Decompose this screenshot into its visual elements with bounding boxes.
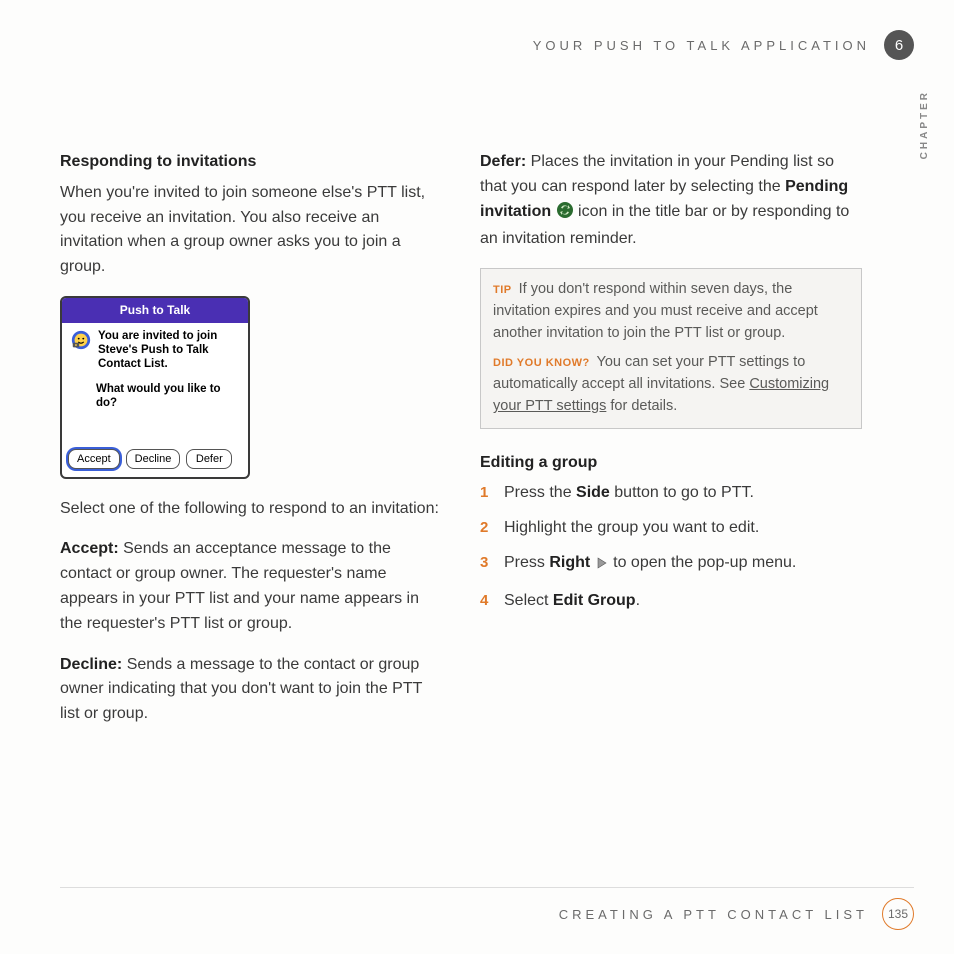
defer-button[interactable]: Defer bbox=[186, 449, 232, 469]
select-instruction: Select one of the following to respond t… bbox=[60, 497, 442, 522]
heading-editing: Editing a group bbox=[480, 451, 862, 476]
did-you-know-text-b: for details. bbox=[606, 398, 677, 414]
accept-label: Accept: bbox=[60, 540, 119, 557]
chapter-side-label: CHAPTER bbox=[919, 90, 930, 159]
header-title: YOUR PUSH TO TALK APPLICATION bbox=[533, 38, 870, 53]
page-number-badge: 135 bbox=[882, 898, 914, 930]
decline-button[interactable]: Decline bbox=[126, 449, 181, 469]
heading-responding: Responding to invitations bbox=[60, 150, 442, 175]
accept-button[interactable]: Accept bbox=[68, 449, 120, 469]
step-2: 2 Highlight the group you want to edit. bbox=[480, 516, 862, 541]
step-4: 4 Select Edit Group. bbox=[480, 589, 862, 614]
tip-box: TIP If you don't respond within seven da… bbox=[480, 268, 862, 429]
intro-paragraph: When you're invited to join someone else… bbox=[60, 181, 442, 280]
dialog-message: You are invited to join Steve's Push to … bbox=[98, 329, 240, 372]
invitation-dialog: Push to Talk bbox=[60, 296, 250, 479]
steps-list: 1 Press the Side button to go to PTT. 2 … bbox=[480, 481, 862, 613]
invitation-icon bbox=[70, 329, 92, 360]
left-column: Responding to invitations When you're in… bbox=[60, 150, 442, 743]
tip-text: If you don't respond within seven days, … bbox=[493, 281, 818, 341]
page-header: YOUR PUSH TO TALK APPLICATION 6 bbox=[60, 30, 914, 60]
footer-title: CREATING A PTT CONTACT LIST bbox=[559, 907, 868, 922]
page-footer: CREATING A PTT CONTACT LIST 135 bbox=[0, 887, 954, 930]
dialog-title-bar: Push to Talk bbox=[62, 298, 248, 323]
pending-invitation-icon bbox=[556, 201, 574, 228]
chapter-number-badge: 6 bbox=[884, 30, 914, 60]
decline-label: Decline: bbox=[60, 656, 122, 673]
step-1: 1 Press the Side button to go to PTT. bbox=[480, 481, 862, 506]
decline-description: Decline: Sends a message to the contact … bbox=[60, 653, 442, 727]
defer-label: Defer: bbox=[480, 153, 526, 170]
step-3: 3 Press Right to open the pop-up menu. bbox=[480, 551, 862, 579]
dialog-question: What would you like to do? bbox=[96, 382, 240, 411]
right-arrow-icon bbox=[595, 554, 609, 579]
tip-tag: TIP bbox=[493, 284, 512, 296]
right-column: Defer: Places the invitation in your Pen… bbox=[480, 150, 862, 743]
defer-description: Defer: Places the invitation in your Pen… bbox=[480, 150, 862, 252]
did-you-know-tag: DID YOU KNOW? bbox=[493, 357, 590, 369]
accept-description: Accept: Sends an acceptance message to t… bbox=[60, 537, 442, 636]
